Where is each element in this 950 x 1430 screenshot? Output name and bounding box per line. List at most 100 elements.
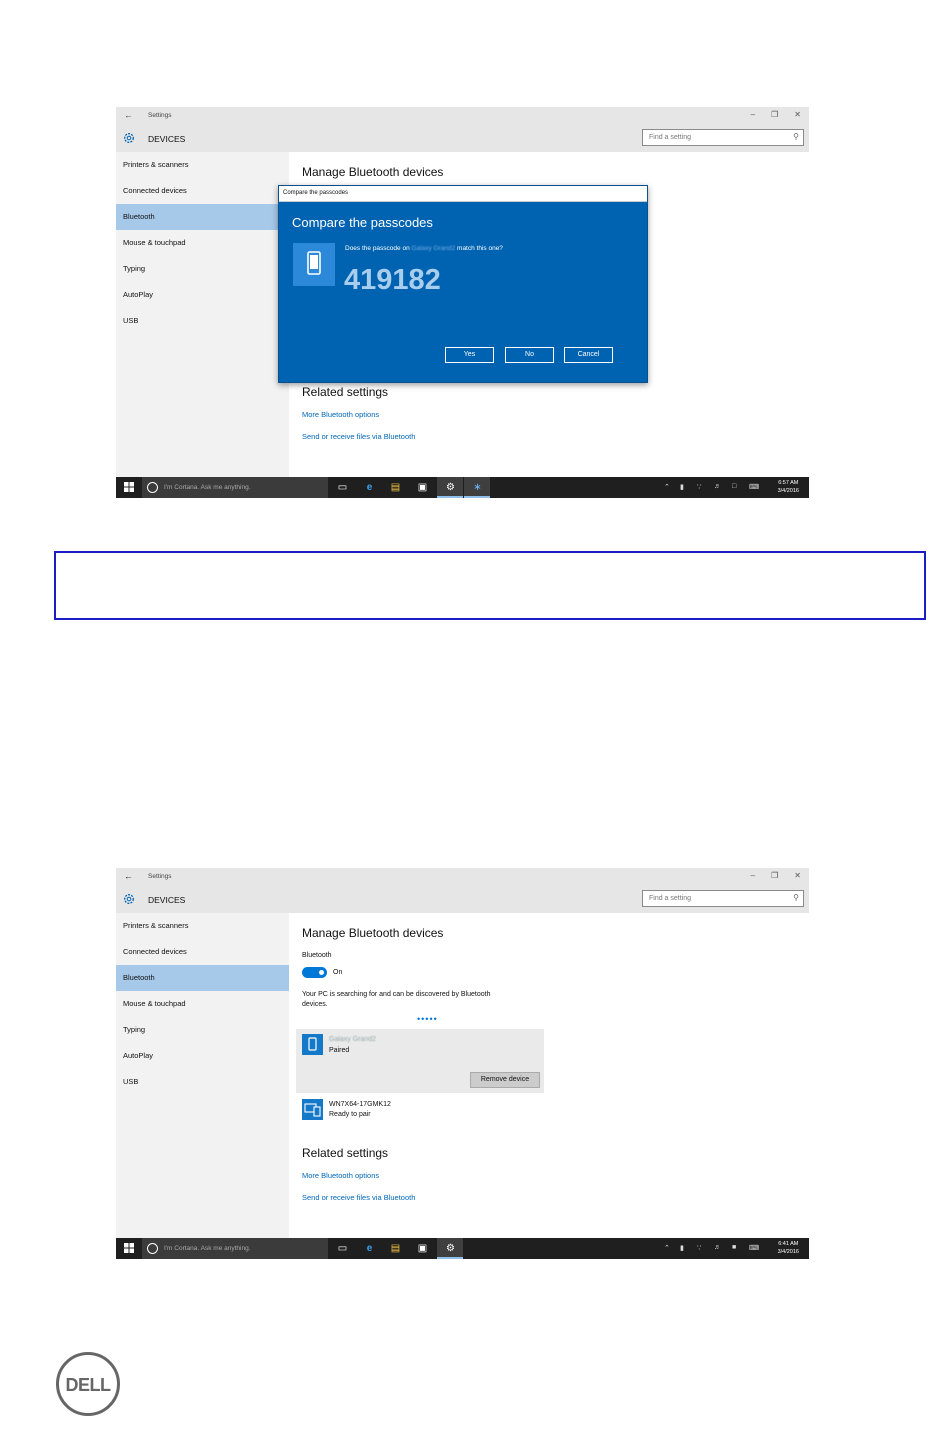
cortana-icon — [147, 482, 158, 493]
more-bluetooth-options-link[interactable]: More Bluetooth options — [302, 410, 379, 419]
sidebar-item-typing[interactable]: Typing — [116, 1017, 289, 1043]
section-title: DEVICES — [148, 134, 186, 144]
more-bluetooth-options-link[interactable]: More Bluetooth options — [302, 1171, 379, 1180]
bluetooth-icon[interactable]: ∗ — [470, 480, 485, 495]
clock[interactable]: 6:57 AM 3/4/2016 — [778, 479, 799, 495]
back-arrow-icon[interactable]: ← — [124, 871, 133, 881]
sidebar-item-mouse[interactable]: Mouse & touchpad — [116, 991, 289, 1017]
battery-icon[interactable]: ▮ — [680, 1244, 684, 1252]
file-explorer-icon[interactable]: ▤ — [388, 1241, 403, 1256]
taskbar: I'm Cortana. Ask me anything. ▭ e ▤ ▣ ⚙ … — [116, 1238, 809, 1259]
task-view-icon[interactable]: ▭ — [335, 1241, 350, 1256]
battery-icon[interactable]: ▮ — [680, 483, 684, 491]
no-button[interactable]: No — [505, 347, 554, 363]
cortana-search[interactable]: I'm Cortana. Ask me anything. — [142, 477, 328, 498]
store-icon[interactable]: ▣ — [415, 480, 430, 495]
cortana-search[interactable]: I'm Cortana. Ask me anything. — [142, 1238, 328, 1259]
device-name: Galaxy Grand2 — [411, 245, 456, 252]
device-name: WN7X64-17GMK12 — [329, 1101, 391, 1108]
windows-start-icon[interactable] — [124, 1243, 134, 1253]
send-receive-files-link[interactable]: Send or receive files via Bluetooth — [302, 1193, 415, 1202]
chevron-up-icon[interactable]: ⌃ — [664, 483, 670, 491]
note-box — [54, 551, 926, 620]
cortana-icon — [147, 1243, 158, 1254]
back-arrow-icon[interactable]: ← — [124, 110, 133, 120]
phone-icon — [293, 243, 335, 286]
gear-icon — [124, 133, 134, 143]
sidebar-item-typing[interactable]: Typing — [116, 256, 289, 282]
keyboard-icon[interactable]: ⌨ — [749, 483, 759, 491]
paired-device-card[interactable]: Galaxy Grand2 Paired Remove device — [296, 1029, 544, 1093]
store-icon[interactable]: ▣ — [415, 1241, 430, 1256]
dialog-bar-title: Compare the passcodes — [283, 190, 349, 196]
sidebar: Printers & scanners Connected devices Bl… — [116, 913, 289, 1238]
passcode-value: 419182 — [344, 264, 441, 296]
clock-time: 6:41 AM — [778, 1241, 799, 1247]
search-icon[interactable]: ⚲ — [793, 132, 799, 141]
volume-icon[interactable]: ♬ — [714, 483, 721, 490]
clock[interactable]: 6:41 AM 3/4/2016 — [778, 1240, 799, 1256]
sidebar-item-autoplay[interactable]: AutoPlay — [116, 282, 289, 308]
settings-gear-icon[interactable]: ⚙ — [443, 480, 458, 495]
passcode-question: Does the passcode on Galaxy Grand2 match… — [345, 245, 503, 252]
windows-start-icon[interactable] — [124, 482, 134, 492]
dell-logo: DELL — [56, 1352, 120, 1416]
bluetooth-label: Bluetooth — [302, 952, 332, 959]
network-icon[interactable]: ∵ — [697, 483, 701, 491]
cortana-text: I'm Cortana. Ask me anything. — [164, 484, 251, 491]
window-controls: – ❐ ✕ — [751, 110, 801, 119]
gear-icon — [124, 894, 134, 904]
restore-icon[interactable]: ❐ — [771, 110, 778, 119]
sidebar-item-usb[interactable]: USB — [116, 308, 289, 334]
volume-icon[interactable]: ♬ — [714, 1244, 721, 1251]
keyboard-icon[interactable]: ⌨ — [749, 1244, 759, 1252]
minimize-icon[interactable]: – — [751, 871, 755, 880]
cancel-button[interactable]: Cancel — [564, 347, 613, 363]
section-title: DEVICES — [148, 895, 186, 905]
network-icon[interactable]: ∵ — [697, 1244, 701, 1252]
searching-text-line2: devices. — [302, 1001, 328, 1008]
restore-icon[interactable]: ❐ — [771, 871, 778, 880]
window-title: Settings — [148, 112, 172, 119]
cortana-text: I'm Cortana. Ask me anything. — [164, 1245, 251, 1252]
sidebar-item-connected-devices[interactable]: Connected devices — [116, 178, 289, 204]
search-input[interactable]: Find a setting ⚲ — [642, 129, 804, 146]
sidebar-item-printers[interactable]: Printers & scanners — [116, 913, 289, 939]
close-icon[interactable]: ✕ — [794, 110, 801, 119]
remove-device-button[interactable]: Remove device — [470, 1072, 540, 1088]
dialog-title-bar: Compare the passcodes — [279, 186, 647, 202]
toggle-knob — [319, 970, 324, 975]
clock-date: 3/4/2016 — [777, 1249, 799, 1255]
searching-text-line1: Your PC is searching for and can be disc… — [302, 991, 491, 998]
edge-icon[interactable]: e — [362, 1241, 377, 1256]
send-receive-files-link[interactable]: Send or receive files via Bluetooth — [302, 432, 415, 441]
task-view-icon[interactable]: ▭ — [335, 480, 350, 495]
settings-gear-icon[interactable]: ⚙ — [443, 1241, 458, 1256]
searching-progress-dots: ••••• — [417, 1014, 438, 1024]
chevron-up-icon[interactable]: ⌃ — [664, 1244, 670, 1252]
sidebar-item-bluetooth[interactable]: Bluetooth — [116, 204, 289, 230]
device-status: Ready to pair — [329, 1111, 371, 1118]
bluetooth-toggle[interactable] — [302, 967, 327, 978]
edge-icon[interactable]: e — [362, 480, 377, 495]
question-prefix: Does the passcode on — [345, 245, 410, 252]
main-content: Manage Bluetooth devices Bluetooth On Yo… — [289, 913, 809, 1238]
file-explorer-icon[interactable]: ▤ — [388, 480, 403, 495]
sidebar-item-autoplay[interactable]: AutoPlay — [116, 1043, 289, 1069]
page-title: Manage Bluetooth devices — [302, 926, 444, 940]
action-center-icon[interactable]: □ — [732, 483, 736, 490]
sidebar-item-printers[interactable]: Printers & scanners — [116, 152, 289, 178]
settings-header: DEVICES Find a setting ⚲ — [116, 126, 809, 152]
search-icon[interactable]: ⚲ — [793, 893, 799, 902]
sidebar-item-usb[interactable]: USB — [116, 1069, 289, 1095]
close-icon[interactable]: ✕ — [794, 871, 801, 880]
minimize-icon[interactable]: – — [751, 110, 755, 119]
sidebar: Printers & scanners Connected devices Bl… — [116, 152, 289, 477]
yes-button[interactable]: Yes — [445, 347, 494, 363]
phone-icon — [302, 1034, 323, 1055]
sidebar-item-mouse[interactable]: Mouse & touchpad — [116, 230, 289, 256]
action-center-icon[interactable]: ■ — [732, 1244, 736, 1251]
search-input[interactable]: Find a setting ⚲ — [642, 890, 804, 907]
sidebar-item-connected-devices[interactable]: Connected devices — [116, 939, 289, 965]
sidebar-item-bluetooth[interactable]: Bluetooth — [116, 965, 289, 991]
